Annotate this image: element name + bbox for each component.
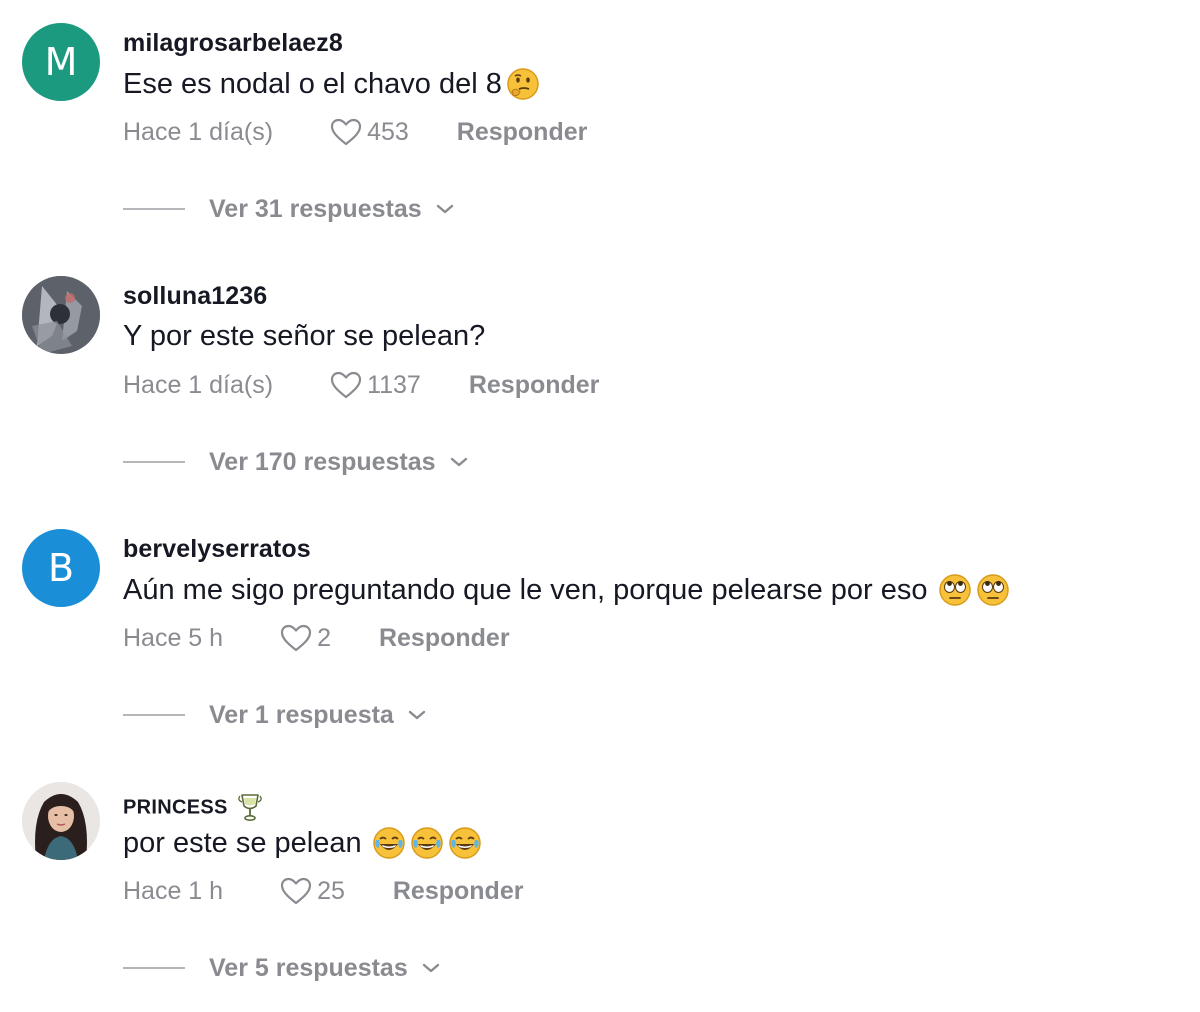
comment-body: Ese es nodal o el chavo del 8 [123,67,502,100]
avatar-letter: B [47,546,75,590]
reply-button[interactable]: Responder [379,624,510,653]
view-replies-button[interactable]: Ver 1 respuesta [123,699,428,731]
trophy-icon [236,792,264,824]
like-count: 1137 [367,370,421,399]
heart-icon [280,877,312,905]
reply-button[interactable]: Responder [469,371,600,400]
timestamp: Hace 1 día(s) [123,117,274,146]
comment-meta: Hace 1 día(s) 1137 Responder [123,369,599,401]
comment-body: Y por este señor se pelean? [123,320,486,352]
comment-text: Y por este señor se pelean? [123,320,485,353]
heart-icon [330,118,362,146]
chevron-down-icon [408,710,426,720]
chevron-down-icon [436,204,453,214]
face-with-tears-of-joy-icon [448,826,482,860]
reply-button[interactable]: Responder [457,118,588,147]
divider [123,714,185,716]
like-button[interactable]: 2 [279,623,331,653]
like-button[interactable]: 1137 [329,370,421,400]
divider [123,967,185,969]
comment-meta: Hace 1 día(s) 453 Responder [123,116,587,148]
avatar-photo-icon [22,782,100,860]
view-replies-label: Ver 5 respuestas [209,953,408,982]
like-count: 453 [367,117,409,146]
comment-text: Ese es nodal o el chavo del 8 [123,67,540,101]
comment-item: solluna1236 Y por este señor se pelean? … [0,253,1200,506]
view-replies-button[interactable]: Ver 31 respuestas [123,193,456,225]
comment-text: Aún me sigo preguntando que le ven, porq… [123,573,1010,607]
timestamp: Hace 1 h [123,876,224,905]
comment-item: M milagrosarbelaez8 Ese es nodal o el ch… [0,0,1200,253]
like-button[interactable]: 25 [279,876,345,906]
avatar[interactable] [22,782,100,860]
comment-item: B bervelyserratos Aún me sigo preguntand… [0,506,1200,759]
view-replies-label: Ver 170 respuestas [209,447,436,476]
divider [123,208,185,210]
face-with-rolling-eyes-icon [976,573,1010,607]
view-replies-label: Ver 31 respuestas [209,194,422,223]
username[interactable]: PRINCESS [123,792,264,824]
view-replies-label: Ver 1 respuesta [209,700,394,729]
timestamp: Hace 1 día(s) [123,370,274,399]
like-count: 25 [317,876,345,905]
avatar[interactable]: M [22,23,100,101]
comment-body: por este se pelean [123,826,362,859]
avatar-photo-icon [22,276,100,354]
view-replies-button[interactable]: Ver 5 respuestas [123,952,442,984]
divider [123,461,185,463]
like-count: 2 [317,623,331,652]
face-with-rolling-eyes-icon [938,573,972,607]
heart-icon [280,624,312,652]
avatar[interactable]: B [22,529,100,607]
view-replies-button[interactable]: Ver 170 respuestas [123,446,470,478]
comment-item: PRINCESS por este se pelean Hace 1 h 25 … [0,759,1200,1012]
username-label: PRINCESS [123,796,228,819]
comment-meta: Hace 5 h 2 Responder [123,622,510,654]
face-with-tears-of-joy-icon [410,826,444,860]
heart-icon [330,371,362,399]
reply-button[interactable]: Responder [393,877,524,906]
comment-meta: Hace 1 h 25 Responder [123,875,523,907]
avatar[interactable] [22,276,100,354]
comment-text: por este se pelean [123,826,482,860]
chevron-down-icon [422,963,439,973]
comment-body: Aún me sigo preguntando que le ven, porq… [123,573,928,606]
username[interactable]: bervelyserratos [123,535,311,564]
timestamp: Hace 5 h [123,623,224,652]
face-with-tears-of-joy-icon [372,826,406,860]
like-button[interactable]: 453 [329,117,409,147]
thinking-face-icon [506,67,540,101]
username[interactable]: milagrosarbelaez8 [123,29,343,58]
username[interactable]: solluna1236 [123,282,267,311]
chevron-down-icon [450,457,467,467]
avatar-letter: M [44,40,78,84]
